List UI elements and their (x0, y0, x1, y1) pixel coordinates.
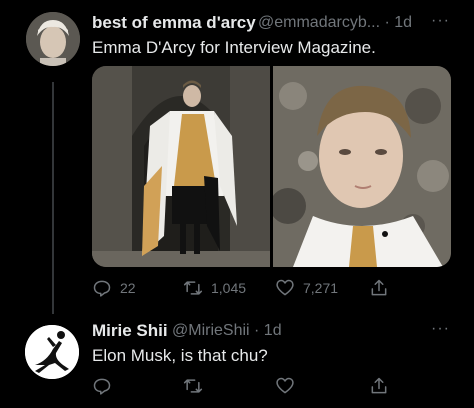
display-name[interactable]: Mirie Shii (92, 321, 168, 341)
more-icon[interactable]: ··· (431, 320, 450, 338)
photo-1[interactable] (92, 66, 270, 267)
reply-count: 22 (120, 280, 136, 296)
tweet-1[interactable]: best of emma d'arcy @emmadarcyb... · 1d … (0, 0, 474, 314)
like-icon (276, 279, 294, 296)
retweet-button[interactable] (183, 376, 203, 396)
thread-line (52, 82, 54, 314)
share-icon (371, 377, 387, 394)
more-icon[interactable]: ··· (431, 12, 450, 30)
like-count: 7,271 (303, 280, 339, 296)
reply-icon (93, 280, 111, 297)
tweet-text: Elon Musk, is that chu? (92, 346, 268, 365)
tweet-text: Emma D'Arcy for Interview Magazine. (92, 38, 376, 57)
reply-button[interactable]: 22 (92, 278, 136, 298)
handle-and-time[interactable]: @emmadarcyb... · 1d (258, 14, 412, 32)
like-button[interactable] (275, 376, 295, 396)
like-icon (276, 377, 294, 394)
share-button[interactable] (369, 376, 389, 396)
tweet-2[interactable]: Mirie Shii @MirieShii · 1d ··· Elon Musk… (0, 300, 474, 408)
avatar[interactable] (25, 325, 79, 379)
reply-button[interactable] (92, 376, 112, 396)
media-grid[interactable] (92, 66, 451, 267)
like-button[interactable]: 7,271 (275, 278, 338, 298)
display-name[interactable]: best of emma d'arcy (92, 13, 256, 33)
retweet-count: 1,045 (211, 280, 247, 296)
share-button[interactable] (369, 278, 389, 298)
retweet-icon (183, 379, 203, 393)
handle-and-time[interactable]: @MirieShii · 1d (172, 322, 282, 340)
avatar[interactable] (26, 12, 80, 66)
avatar-image (26, 12, 80, 66)
retweet-icon (183, 281, 203, 295)
share-icon (371, 279, 387, 296)
avatar-image (25, 325, 79, 379)
retweet-button[interactable]: 1,045 (183, 278, 246, 298)
photo-2[interactable] (273, 66, 451, 267)
reply-icon (93, 378, 111, 395)
